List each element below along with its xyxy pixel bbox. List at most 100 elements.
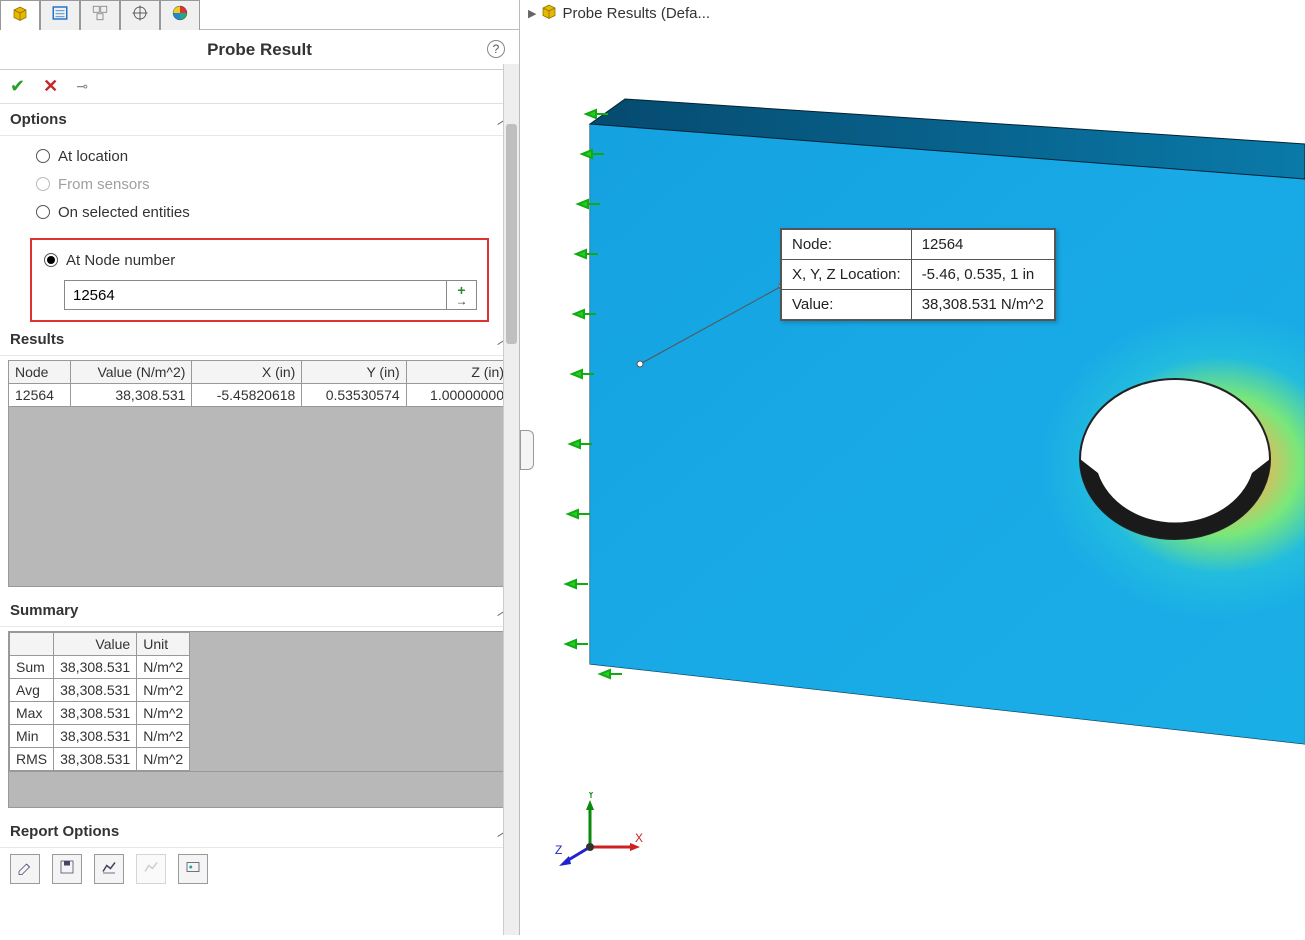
callout-value-label: Value:: [782, 290, 912, 320]
tab-feature-manager[interactable]: [0, 0, 40, 30]
row-label: Avg: [10, 679, 54, 702]
col-y: Y (in): [302, 361, 406, 384]
col-value: Value: [54, 633, 137, 656]
probe-callout[interactable]: Node: 12564 X, Y, Z Location: -5.46, 0.5…: [780, 228, 1056, 321]
at-node-group: At Node number + →: [30, 238, 489, 322]
report-save-button[interactable]: [52, 854, 82, 884]
axis-z-label: Z: [555, 843, 562, 857]
cell-unit: N/m^2: [137, 725, 190, 748]
table-row: Sum 38,308.531 N/m^2: [10, 656, 190, 679]
table-header-row: Node Value (N/m^2) X (in) Y (in) Z (in): [9, 361, 511, 384]
radio-at-node[interactable]: At Node number: [38, 246, 481, 274]
radio-label: From sensors: [58, 176, 150, 193]
radio-icon: [36, 177, 50, 191]
radio-label: At Node number: [66, 252, 175, 269]
options-header[interactable]: Options ︿: [0, 104, 519, 136]
col-node: Node: [9, 361, 71, 384]
cell-unit: N/m^2: [137, 702, 190, 725]
results-label: Results: [10, 331, 64, 348]
col-z: Z (in): [406, 361, 510, 384]
report-options-label: Report Options: [10, 823, 119, 840]
radio-on-selected[interactable]: On selected entities: [36, 198, 513, 226]
config-icon: [91, 4, 109, 27]
radio-icon: [44, 253, 58, 267]
cell-value: 38,308.531: [54, 679, 137, 702]
table-row[interactable]: 12564 38,308.531 -5.45820618 0.53530574 …: [9, 384, 511, 407]
cell-z: 1.00000000: [406, 384, 510, 407]
table-header-row: Value Unit: [10, 633, 190, 656]
cell-value: 38,308.531: [71, 384, 192, 407]
col-x: X (in): [192, 361, 302, 384]
summary-label: Summary: [10, 602, 78, 619]
tab-dimxpert-manager[interactable]: [120, 0, 160, 30]
cell-value: 38,308.531: [54, 725, 137, 748]
help-button[interactable]: ?: [487, 40, 505, 58]
cell-unit: N/m^2: [137, 656, 190, 679]
axis-y-label: Y: [587, 792, 595, 801]
radio-at-location[interactable]: At location: [36, 142, 513, 170]
cell-unit: N/m^2: [137, 748, 190, 771]
appearance-icon: [171, 4, 189, 27]
table-row: Avg 38,308.531 N/m^2: [10, 679, 190, 702]
property-manager-panel: Probe Result ? ✔ ✕ ⊸ Options ︿ At locati…: [0, 0, 520, 935]
cell-value: 38,308.531: [54, 656, 137, 679]
pencil-icon: [16, 858, 34, 881]
pm-title: Probe Result: [207, 40, 312, 60]
callout-node-value: 12564: [911, 230, 1054, 260]
arrow-right-icon: →: [456, 294, 468, 308]
cell-value: 38,308.531: [54, 702, 137, 725]
report-sensor-button[interactable]: [178, 854, 208, 884]
save-icon: [58, 858, 76, 881]
table-row: RMS 38,308.531 N/m^2: [10, 748, 190, 771]
report-response-button: [136, 854, 166, 884]
summary-table: Value Unit Sum 38,308.531 N/m^2 Avg 38,3…: [9, 632, 190, 771]
radio-from-sensors: From sensors: [36, 170, 513, 198]
radio-icon: [36, 149, 50, 163]
callout-node-label: Node:: [782, 230, 912, 260]
callout-location-value: -5.46, 0.535, 1 in: [911, 260, 1054, 290]
radio-label: At location: [58, 148, 128, 165]
node-number-input[interactable]: [64, 280, 447, 310]
tab-property-manager[interactable]: [40, 0, 80, 30]
cell-value: 38,308.531: [54, 748, 137, 771]
list-icon: [51, 4, 69, 27]
row-label: RMS: [10, 748, 54, 771]
results-empty-area: [8, 407, 511, 587]
coordinate-triad[interactable]: Y X Z: [555, 792, 645, 887]
pm-title-row: Probe Result ?: [0, 30, 519, 70]
row-label: Max: [10, 702, 54, 725]
callout-location-label: X, Y, Z Location:: [782, 260, 912, 290]
pm-tab-strip: [0, 0, 519, 30]
tab-configuration-manager[interactable]: [80, 0, 120, 30]
cell-x: -5.45820618: [192, 384, 302, 407]
report-plot-button[interactable]: [94, 854, 124, 884]
report-annotations-button[interactable]: [10, 854, 40, 884]
add-node-button[interactable]: + →: [447, 280, 477, 310]
breadcrumb-label: Probe Results (Defa...: [562, 5, 710, 22]
tab-display-manager[interactable]: [160, 0, 200, 30]
scrollbar-thumb[interactable]: [506, 124, 517, 344]
panel-scrollbar[interactable]: [503, 64, 519, 935]
row-label: Sum: [10, 656, 54, 679]
options-section: Options ︿ At location From sensors On se…: [0, 104, 519, 322]
breadcrumb[interactable]: ▶ Probe Results (Defa...: [528, 2, 710, 24]
ok-button[interactable]: ✔: [10, 76, 25, 97]
cube-icon: [11, 4, 29, 27]
cell-y: 0.53530574: [302, 384, 406, 407]
triangle-right-icon: ▶: [528, 7, 536, 20]
radio-icon: [36, 205, 50, 219]
report-options-header[interactable]: Report Options ︿: [0, 816, 519, 848]
summary-header[interactable]: Summary ︿: [0, 595, 519, 627]
axis-x-label: X: [635, 831, 643, 845]
chart-line-disabled-icon: [142, 858, 160, 881]
pushpin-button[interactable]: ⊸: [76, 78, 88, 95]
splitter-grip[interactable]: [520, 430, 534, 470]
col-unit: Unit: [137, 633, 190, 656]
cancel-button[interactable]: ✕: [43, 76, 58, 97]
table-row: Min 38,308.531 N/m^2: [10, 725, 190, 748]
results-header[interactable]: Results ︿: [0, 324, 519, 356]
callout-value-value: 38,308.531 N/m^2: [911, 290, 1054, 320]
radio-label: On selected entities: [58, 204, 190, 221]
row-label: Min: [10, 725, 54, 748]
summary-empty-area: [8, 772, 511, 808]
